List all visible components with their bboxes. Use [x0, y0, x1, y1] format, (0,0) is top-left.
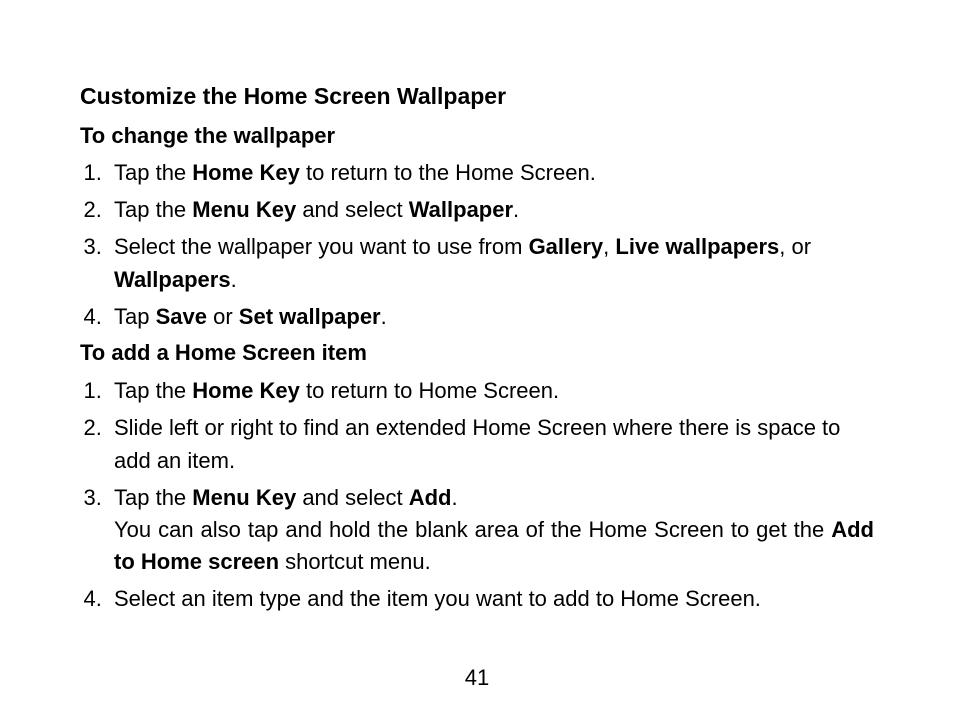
bold-text: Set wallpaper — [239, 304, 381, 329]
subsection-title-add-item: To add a Home Screen item — [80, 339, 874, 368]
subsection-title-change-wallpaper: To change the wallpaper — [80, 122, 874, 151]
note-text: You can also tap and hold the blank area… — [114, 517, 831, 542]
step-text: to return to Home Screen. — [300, 378, 559, 403]
step-item: Tap Save or Set wallpaper. — [108, 300, 874, 333]
bold-text: Home Key — [192, 378, 300, 403]
step-text: . — [381, 304, 387, 329]
step-item: Select the wallpaper you want to use fro… — [108, 230, 874, 296]
step-text: , — [603, 234, 615, 259]
step-text: , or — [779, 234, 811, 259]
bold-text: Save — [156, 304, 207, 329]
bold-text: Live wallpapers — [615, 234, 779, 259]
section-title: Customize the Home Screen Wallpaper — [80, 82, 874, 112]
step-item: Tap the Home Key to return to the Home S… — [108, 156, 874, 189]
step-text: Tap the — [114, 160, 192, 185]
step-item: Tap the Home Key to return to Home Scree… — [108, 374, 874, 407]
step-text: and select — [296, 197, 409, 222]
document-page: Customize the Home Screen Wallpaper To c… — [0, 0, 954, 727]
bold-text: Home Key — [192, 160, 300, 185]
steps-add-item: Tap the Home Key to return to Home Scree… — [80, 374, 874, 615]
step-text: . — [513, 197, 519, 222]
steps-change-wallpaper: Tap the Home Key to return to the Home S… — [80, 156, 874, 333]
step-item: Tap the Menu Key and select Add. You can… — [108, 481, 874, 578]
step-text: Slide left or right to find an extended … — [114, 415, 840, 473]
step-text: . — [451, 485, 457, 510]
bold-text: Add — [409, 485, 452, 510]
step-text: Tap the — [114, 378, 192, 403]
step-item: Tap the Menu Key and select Wallpaper. — [108, 193, 874, 226]
step-note: You can also tap and hold the blank area… — [114, 514, 874, 578]
step-item: Select an item type and the item you wan… — [108, 582, 874, 615]
step-text: Select an item type and the item you wan… — [114, 586, 761, 611]
step-text: Tap the — [114, 485, 192, 510]
step-item: Slide left or right to find an extended … — [108, 411, 874, 477]
step-text: . — [231, 267, 237, 292]
page-number: 41 — [0, 665, 954, 691]
note-text: shortcut menu. — [279, 549, 431, 574]
bold-text: Menu Key — [192, 485, 296, 510]
step-text: to return to the Home Screen. — [300, 160, 596, 185]
bold-text: Gallery — [529, 234, 604, 259]
step-text: Tap the — [114, 197, 192, 222]
step-text: Tap — [114, 304, 156, 329]
bold-text: Wallpapers — [114, 267, 231, 292]
step-text: Select the wallpaper you want to use fro… — [114, 234, 529, 259]
bold-text: Menu Key — [192, 197, 296, 222]
step-text: and select — [296, 485, 409, 510]
step-text: or — [207, 304, 239, 329]
bold-text: Wallpaper — [409, 197, 513, 222]
